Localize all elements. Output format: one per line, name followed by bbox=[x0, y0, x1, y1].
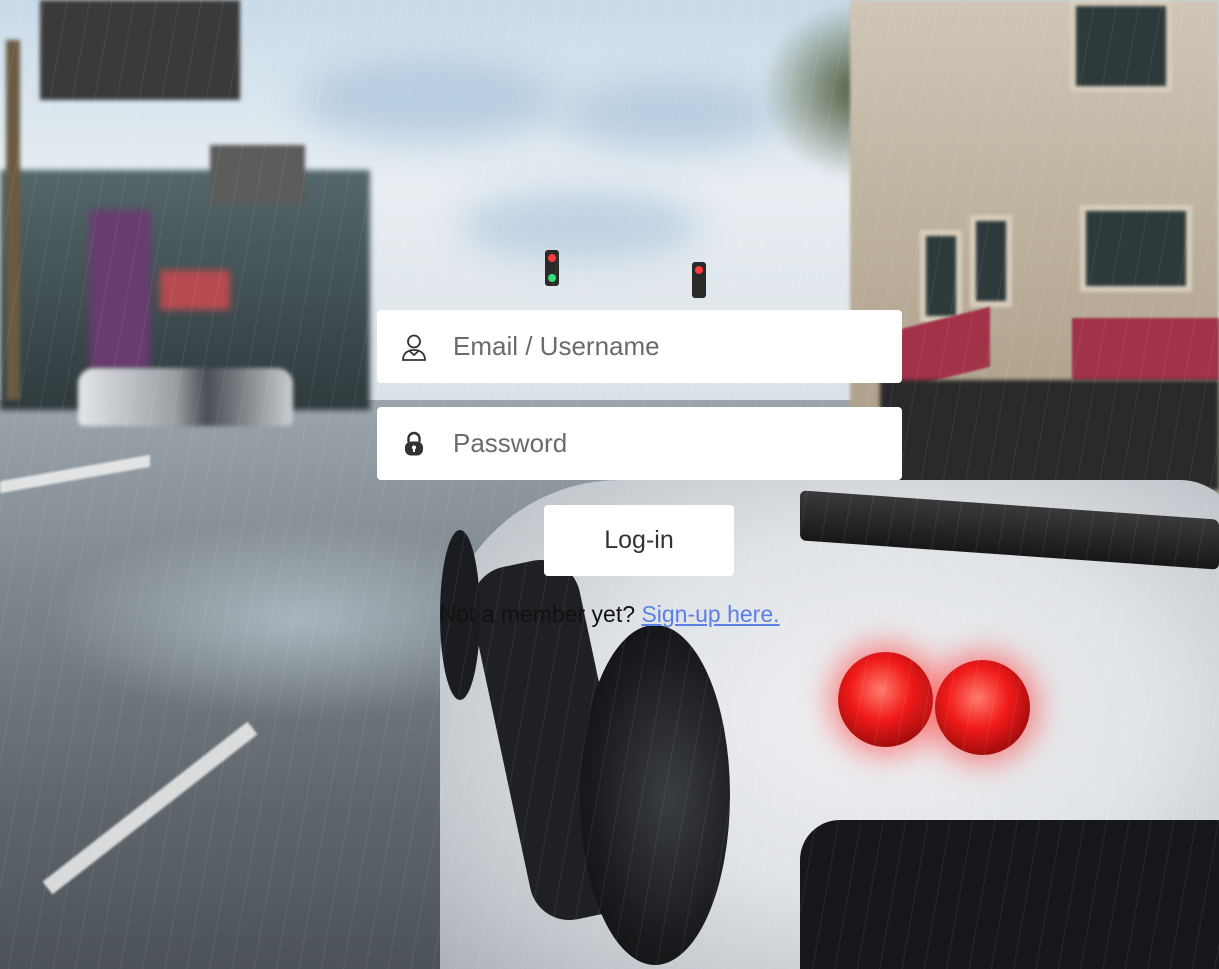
signup-link[interactable]: Sign-up here. bbox=[641, 601, 779, 627]
lock-icon bbox=[399, 429, 429, 459]
email-field-container[interactable] bbox=[377, 310, 902, 383]
password-input[interactable] bbox=[453, 428, 873, 459]
background-image bbox=[0, 0, 1219, 969]
signup-prompt: Not a member yet? Sign-up here. bbox=[0, 601, 1219, 628]
signup-prompt-text: Not a member yet? bbox=[439, 601, 636, 627]
email-username-input[interactable] bbox=[453, 331, 873, 362]
login-page: Log-in Not a member yet? Sign-up here. bbox=[0, 0, 1219, 969]
user-icon bbox=[399, 332, 429, 362]
password-field-container[interactable] bbox=[377, 407, 902, 480]
login-button[interactable]: Log-in bbox=[544, 505, 734, 576]
